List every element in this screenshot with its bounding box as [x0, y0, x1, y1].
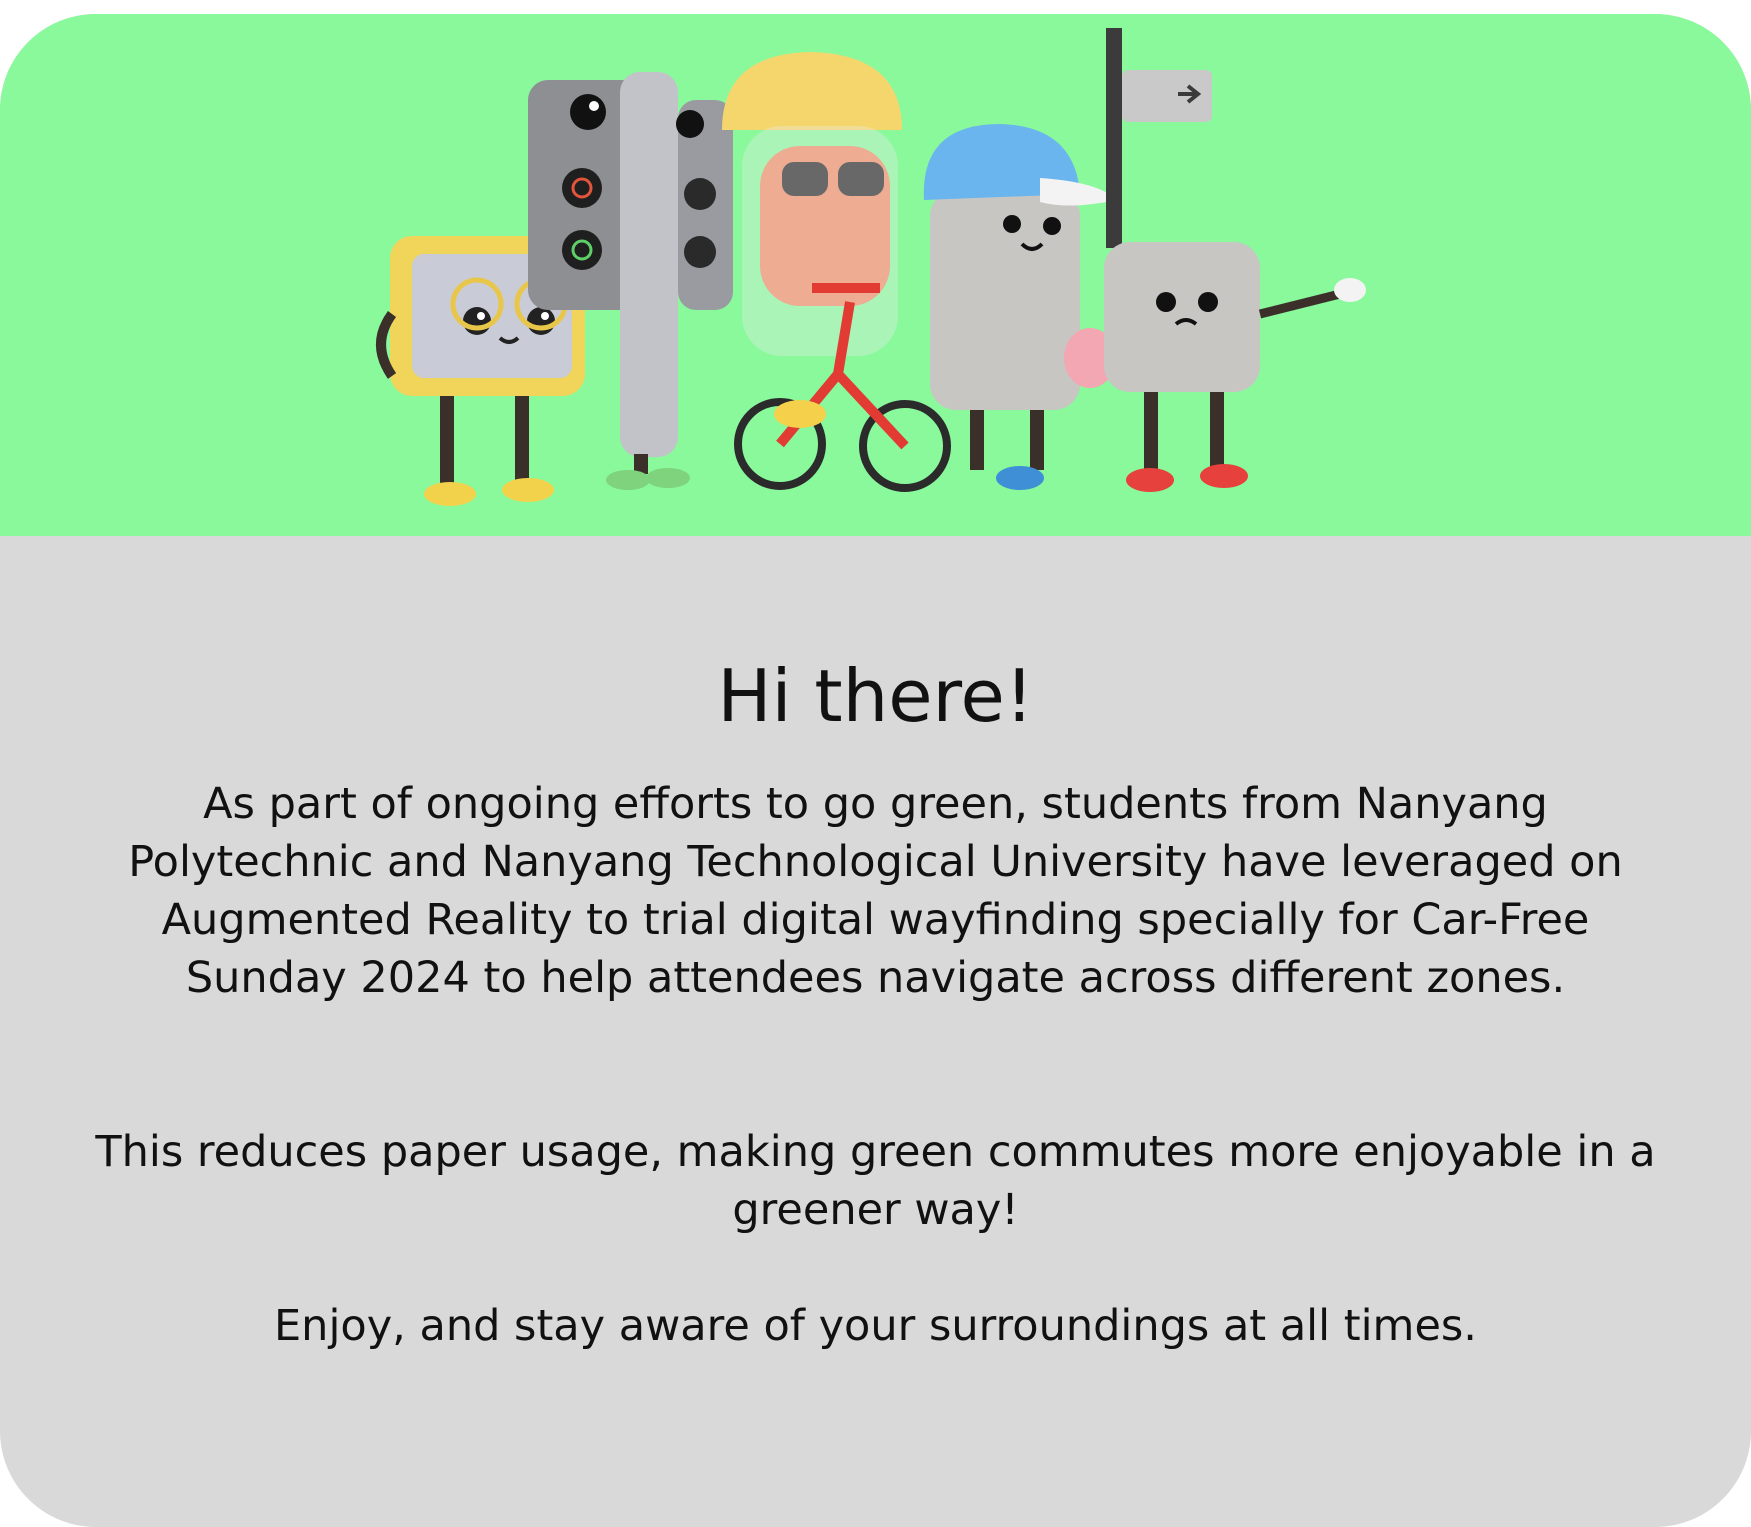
welcome-title: Hi there! [717, 654, 1034, 738]
signpost-mascot [1104, 28, 1366, 492]
traffic-light-mascot [528, 72, 733, 490]
hero-banner [0, 14, 1751, 536]
cyclist-mascot [722, 52, 951, 492]
benefit-paragraph: This reduces paper usage, making green c… [95, 1127, 1656, 1235]
welcome-card: Hi there! As part of ongoing efforts to … [0, 14, 1751, 1527]
welcome-content: Hi there! As part of ongoing efforts to … [0, 536, 1751, 1527]
safety-paragraph: Enjoy, and stay aware of your surroundin… [274, 1301, 1477, 1351]
mascot-characters-illustration [376, 28, 1366, 506]
bollard-mascot [923, 124, 1116, 490]
intro-paragraph: As part of ongoing efforts to go green, … [128, 779, 1623, 1003]
